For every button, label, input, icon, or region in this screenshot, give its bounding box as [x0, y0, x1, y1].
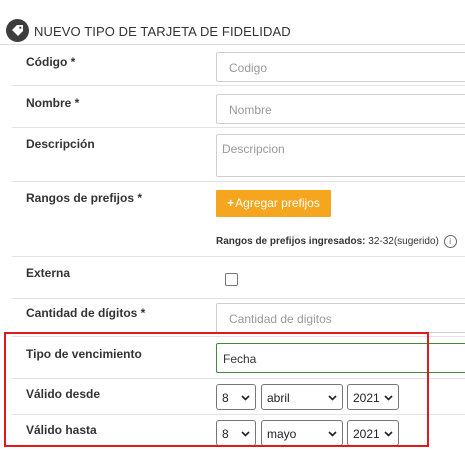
- externa-label: Externa: [26, 266, 71, 280]
- info-icon[interactable]: i: [443, 235, 457, 248]
- rangos-label: Rangos de prefijos *: [26, 191, 143, 205]
- rangos-ingresados-label: Rangos de prefijos ingresados:: [216, 236, 366, 248]
- nombre-label: Nombre *: [26, 96, 80, 110]
- codigo-label: Código *: [26, 55, 76, 69]
- externa-row: Externa: [12, 256, 465, 299]
- page-title: NUEVO TIPO DE TARJETA DE FIDELIDAD: [34, 24, 291, 39]
- rangos-row: Rangos de prefijos * +Agregar prefijos R…: [12, 181, 465, 257]
- cantidad-placeholder: Cantidad de digitos: [229, 312, 332, 326]
- agregar-prefijos-button[interactable]: +Agregar prefijos: [216, 190, 331, 217]
- descripcion-label: Descripción: [26, 137, 95, 151]
- externa-checkbox[interactable]: [225, 273, 238, 286]
- nombre-input[interactable]: Nombre: [216, 94, 465, 124]
- cantidad-label: Cantidad de dígitos *: [26, 306, 146, 320]
- rangos-ingresados-value: 32-32(sugerido): [368, 236, 439, 248]
- tag-icon: [6, 19, 29, 42]
- codigo-placeholder: Codigo: [229, 61, 268, 75]
- rangos-ingresados: Rangos de prefijos ingresados: 32-32(sug…: [216, 235, 457, 248]
- cantidad-digitos-input[interactable]: Cantidad de digitos: [216, 303, 465, 333]
- codigo-input[interactable]: Codigo: [216, 52, 465, 82]
- nombre-row: Nombre * Nombre: [12, 85, 465, 126]
- descripcion-placeholder: Descripcion: [222, 142, 285, 156]
- descripcion-textarea[interactable]: Descripcion: [216, 134, 465, 177]
- plus-icon: +: [227, 196, 235, 210]
- nombre-placeholder: Nombre: [229, 103, 272, 117]
- descripcion-row: Descripción Descripcion: [12, 127, 465, 182]
- page-header: NUEVO TIPO DE TARJETA DE FIDELIDAD: [0, 0, 465, 45]
- agregar-prefijos-label: Agregar prefijos: [235, 196, 320, 210]
- highlight-box: [4, 332, 429, 447]
